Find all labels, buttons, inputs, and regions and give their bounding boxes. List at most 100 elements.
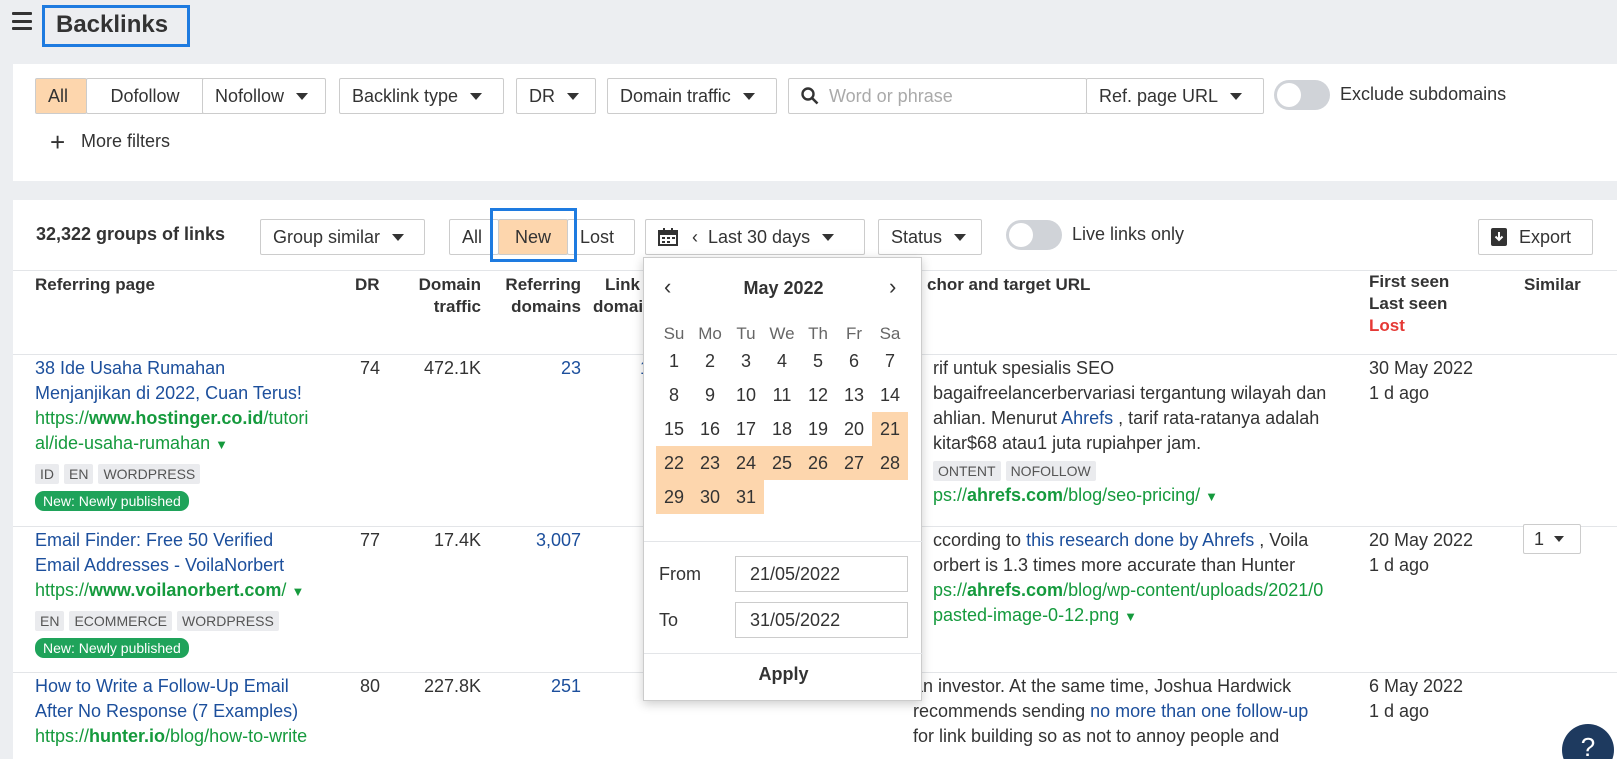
tab-lost[interactable]: Lost	[567, 219, 635, 255]
calendar-day[interactable]: 11	[764, 378, 800, 412]
menu-icon[interactable]	[12, 12, 32, 30]
apply-button[interactable]: Apply	[644, 664, 923, 685]
dr-value: 77	[360, 530, 381, 550]
calendar-day[interactable]: 28	[872, 446, 908, 480]
group-similar-dropdown[interactable]: Group similar	[260, 219, 425, 255]
calendar-day[interactable]: 20	[836, 412, 872, 446]
calendar-day[interactable]: 24	[728, 446, 764, 480]
ref-domains-value[interactable]: 3,007	[493, 528, 581, 553]
col-anchor-target[interactable]: chor and target URL	[927, 274, 1090, 296]
from-date-input[interactable]: 21/05/2022	[735, 556, 908, 592]
ref-page-url-dropdown[interactable]: Ref. page URL	[1086, 78, 1264, 114]
url-menu-caret-icon[interactable]: ▼	[291, 584, 304, 599]
calendar-day[interactable]: 27	[836, 446, 872, 480]
weekday-label: Th	[808, 324, 828, 343]
target-url[interactable]: ps://ahrefs.com/blog/wp-content/uploads/…	[933, 578, 1358, 603]
calendar-day[interactable]: 12	[800, 378, 836, 412]
url-path: /blog/wp-content/uploads/2021/0	[1063, 580, 1324, 600]
anchor-link[interactable]: no more than one follow-up	[1090, 701, 1308, 721]
col-first-last-seen[interactable]: First seen Last seen Lost	[1369, 271, 1449, 337]
backlink-type-dropdown[interactable]: Backlink type	[339, 78, 504, 114]
referring-page-title[interactable]: How to Write a Follow-Up Email After No R…	[35, 674, 345, 724]
calendar-day[interactable]: 15	[656, 412, 692, 446]
calendar-day[interactable]: 31	[728, 480, 764, 514]
tag: WORDPRESS	[98, 464, 201, 484]
referring-page-title[interactable]: 38 Ide Usaha Rumahan Menjanjikan di 2022,…	[35, 356, 345, 406]
calendar-month: May 2022	[743, 278, 824, 298]
calendar-day[interactable]: 1	[656, 344, 692, 378]
chevron-right-icon[interactable]: ›	[889, 274, 896, 300]
anchor-text-segment: ahlian. Menurut	[933, 408, 1062, 428]
divider	[644, 653, 923, 654]
search-input[interactable]: Word or phrase	[788, 78, 1087, 114]
live-links-label: Live links only	[1072, 224, 1185, 244]
calendar-day[interactable]: 23	[692, 446, 728, 480]
anchor-text-segment: ccording to	[933, 530, 1027, 550]
calendar-day[interactable]: 13	[836, 378, 872, 412]
live-links-toggle[interactable]	[1006, 220, 1062, 250]
to-date-input[interactable]: 31/05/2022	[735, 602, 908, 638]
calendar-day[interactable]: 22	[656, 446, 692, 480]
anchor-text: for link building so as not to annoy peo…	[913, 726, 1280, 746]
calendar-day[interactable]: 21	[872, 412, 908, 446]
plus-icon[interactable]: +	[50, 129, 65, 155]
calendar-day[interactable]: 30	[692, 480, 728, 514]
filter-all-button[interactable]: All	[35, 78, 87, 114]
chevron-down-icon	[954, 233, 967, 241]
calendar-day[interactable]: 17	[728, 412, 764, 446]
referring-page-url[interactable]: https://www.voilanorbert.com/ ▼	[35, 578, 345, 604]
calendar-day[interactable]: 19	[800, 412, 836, 446]
chevron-left-icon[interactable]: ‹	[692, 227, 698, 248]
url-menu-caret-icon[interactable]: ▼	[1205, 489, 1218, 504]
anchor-link[interactable]: this research done by Ahrefs	[1026, 530, 1254, 550]
col-domain-traffic[interactable]: Domain traffic	[393, 274, 481, 318]
calendar-day[interactable]: 10	[728, 378, 764, 412]
chevron-down-icon	[567, 92, 579, 100]
calendar-day[interactable]: 4	[764, 344, 800, 378]
calendar-day[interactable]: 5	[800, 344, 836, 378]
domain-traffic-label: Domain traffic	[620, 85, 731, 106]
ref-domains-value[interactable]: 251	[493, 674, 581, 699]
referring-page-url[interactable]: https://www.hostinger.co.id/tutori	[35, 406, 345, 431]
referring-page-url-cont[interactable]: al/ide-usaha-rumahan ▼	[35, 431, 345, 457]
similar-dropdown[interactable]: 1	[1523, 524, 1581, 554]
ref-domains-value[interactable]: 23	[493, 356, 581, 381]
export-button[interactable]: Export	[1478, 219, 1593, 255]
referring-page-title[interactable]: Email Finder: Free 50 Verified Email Addr…	[35, 528, 345, 578]
calendar-day[interactable]: 6	[836, 344, 872, 378]
seen-cell: 20 May 2022 1 d ago	[1369, 528, 1473, 578]
url-menu-caret-icon[interactable]: ▼	[1124, 609, 1137, 624]
target-url-cont[interactable]: pasted-image-0-12.png ▼	[933, 603, 1358, 629]
col-referring-domains[interactable]: Referring domains	[483, 274, 581, 318]
referring-page-url[interactable]: https://hunter.io/blog/how-to-write	[35, 724, 345, 749]
calendar-day[interactable]: 7	[872, 344, 908, 378]
calendar-day[interactable]: 3	[728, 344, 764, 378]
calendar-day[interactable]: 26	[800, 446, 836, 480]
filter-dofollow-button[interactable]: Dofollow	[86, 78, 204, 114]
col-linked-domains[interactable]: Link domai	[593, 274, 643, 318]
calendar-day[interactable]: 8	[656, 378, 692, 412]
dr-dropdown[interactable]: DR	[516, 78, 596, 114]
col-dr[interactable]: DR	[355, 274, 380, 296]
calendar-day[interactable]: 16	[692, 412, 728, 446]
status-dropdown[interactable]: Status	[878, 219, 982, 255]
calendar-day[interactable]: 9	[692, 378, 728, 412]
calendar-day[interactable]: 18	[764, 412, 800, 446]
anchor-link[interactable]: Ahrefs	[1061, 408, 1113, 428]
target-url[interactable]: ps://ahrefs.com/blog/seo-pricing/ ▼	[933, 483, 1358, 509]
more-filters-button[interactable]: More filters	[81, 131, 170, 152]
tag-list: ID EN WORDPRESS	[35, 461, 345, 486]
calendar-day[interactable]: 25	[764, 446, 800, 480]
filter-nofollow-dropdown[interactable]: Nofollow	[202, 78, 326, 114]
date-range-dropdown[interactable]: ‹ Last 30 days	[645, 219, 865, 255]
url-menu-caret-icon[interactable]: ▼	[215, 437, 228, 452]
calendar-day[interactable]: 2	[692, 344, 728, 378]
weekday-label: We	[769, 324, 795, 343]
col-similar[interactable]: Similar	[1524, 274, 1581, 296]
url-domain: ahrefs.com	[967, 580, 1064, 600]
domain-traffic-dropdown[interactable]: Domain traffic	[607, 78, 777, 114]
col-referring-page[interactable]: Referring page	[35, 274, 155, 296]
calendar-day[interactable]: 29	[656, 480, 692, 514]
calendar-day[interactable]: 14	[872, 378, 908, 412]
exclude-subdomains-toggle[interactable]	[1274, 80, 1330, 110]
